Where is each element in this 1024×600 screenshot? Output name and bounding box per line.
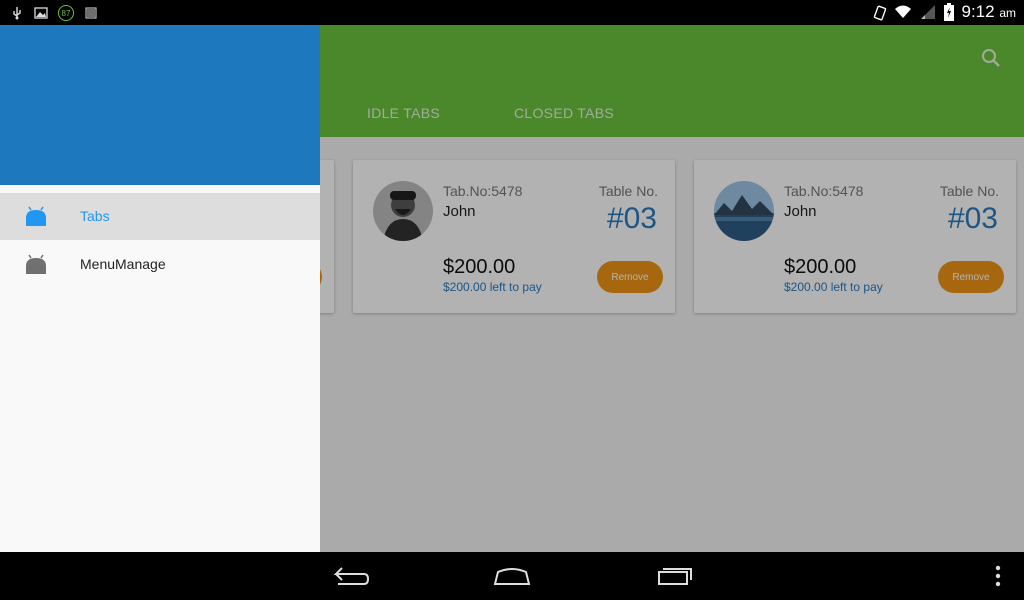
- status-bar: 87 9:12 am: [0, 0, 1024, 25]
- clock-ampm: am: [999, 6, 1016, 20]
- app-content: IDLE TABS CLOSED TABS Tab.No:5478 John T…: [0, 25, 1024, 552]
- back-icon[interactable]: [330, 562, 370, 590]
- clock-time: 9:12: [961, 2, 995, 21]
- drawer-item-tabs[interactable]: Tabs: [0, 193, 320, 240]
- notification-badge: 87: [58, 5, 74, 21]
- system-nav-bar: [0, 552, 1024, 600]
- drawer-item-menumanage[interactable]: MenuManage: [0, 241, 320, 288]
- navigation-drawer: Tabs MenuManage: [0, 25, 320, 552]
- image-icon: [34, 6, 48, 20]
- clock: 9:12 am: [962, 2, 1017, 22]
- status-left-icons: 87: [10, 5, 98, 21]
- barcode-icon: [84, 6, 98, 20]
- drawer-item-label: Tabs: [80, 208, 110, 224]
- recents-icon[interactable]: [655, 562, 695, 590]
- android-icon: [24, 206, 48, 228]
- rotate-icon: [872, 5, 886, 21]
- usb-icon: [10, 6, 24, 20]
- battery-icon: [943, 3, 954, 21]
- drawer-item-label: MenuManage: [80, 256, 166, 272]
- wifi-icon: [894, 4, 912, 20]
- drawer-header: [0, 25, 320, 185]
- home-icon[interactable]: [492, 562, 532, 590]
- status-right-icons: 9:12 am: [872, 2, 1017, 22]
- android-icon: [24, 254, 48, 276]
- overflow-menu-icon[interactable]: [990, 562, 1006, 590]
- signal-icon: [920, 4, 936, 20]
